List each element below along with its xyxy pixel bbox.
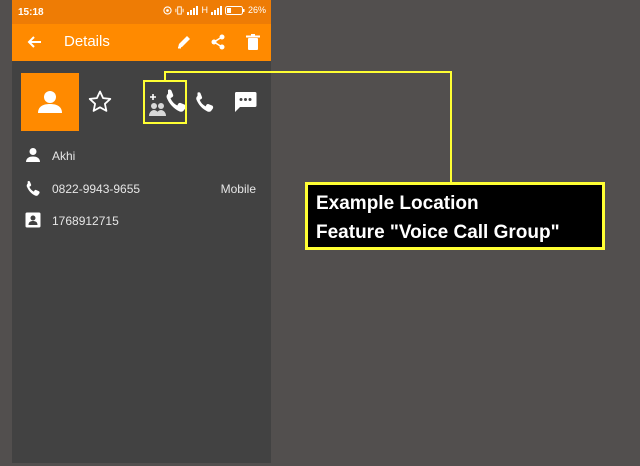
callout-line-1: Example Location (316, 193, 479, 214)
annotation-callout: Example Location Feature "Voice Call Gro… (305, 182, 605, 250)
voice-call-group-highlight (143, 80, 187, 124)
callout-line-2: Feature "Voice Call Group" (316, 222, 560, 243)
